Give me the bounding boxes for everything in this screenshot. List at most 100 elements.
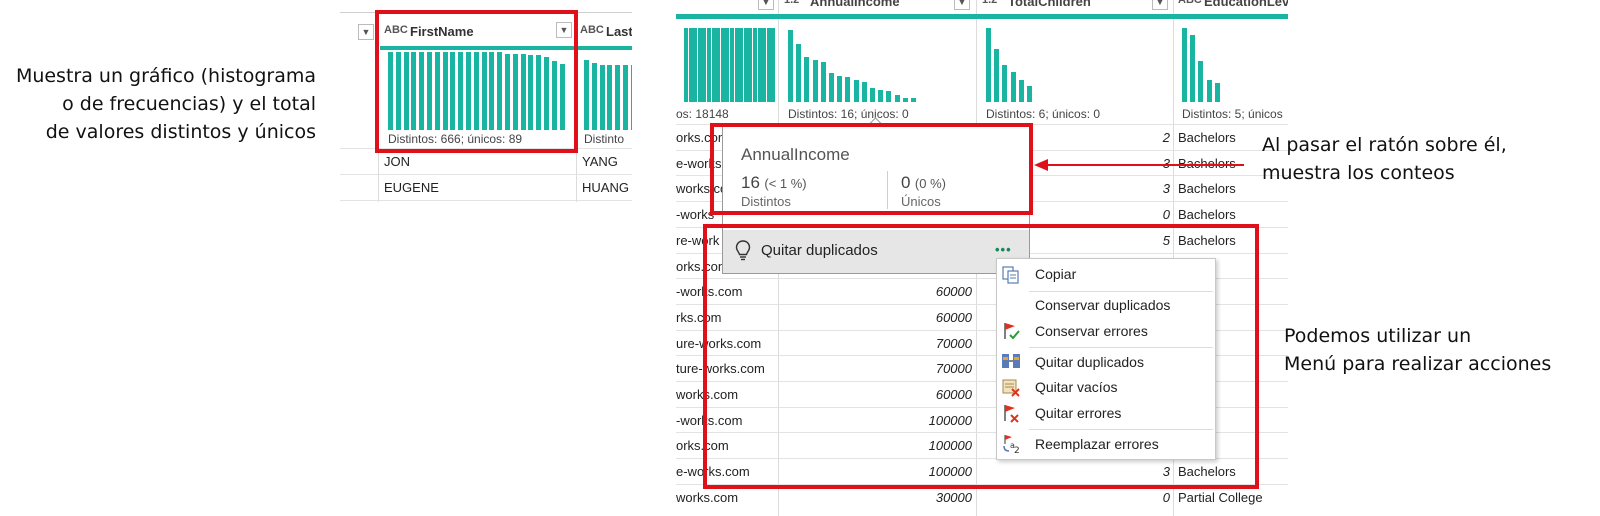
- column-name[interactable]: TotalChildren: [1008, 0, 1091, 9]
- histogram-bar: [820, 62, 826, 102]
- histogram-bar: [894, 95, 900, 102]
- histogram-bar: [788, 30, 793, 102]
- histogram-bar: [615, 65, 621, 130]
- arrow-left-icon: [1034, 159, 1244, 171]
- histogram-bar: [584, 60, 589, 130]
- histogram-bar: [845, 77, 851, 102]
- histogram-bar: [870, 88, 875, 102]
- histogram-educationlevel[interactable]: [1182, 28, 1282, 102]
- column-summary: Distinto: [584, 132, 625, 146]
- histogram-bar: [684, 28, 688, 102]
- histogram-bar: [1198, 61, 1204, 102]
- histogram-bar: [766, 28, 771, 102]
- histogram-bar: [994, 49, 1000, 102]
- histogram-bar: [1027, 86, 1032, 102]
- table-cell: 0: [1162, 490, 1170, 505]
- histogram-bar: [599, 65, 605, 130]
- histogram-bar: [730, 28, 734, 102]
- histogram-bar: [697, 28, 702, 102]
- column-filter-icon[interactable]: ▼: [758, 0, 774, 10]
- table-cell: Partial College: [1178, 490, 1263, 505]
- column-header-underline: [578, 46, 632, 50]
- histogram-bar: [762, 28, 767, 102]
- column-filter-icon[interactable]: ▼: [1152, 0, 1168, 10]
- highlight-box-menu: [703, 224, 1259, 489]
- annotation-histogram: Muestra un gráfico (histograma o de frec…: [14, 62, 316, 146]
- histogram-bar: [693, 28, 698, 102]
- histogram-bar: [607, 65, 613, 130]
- histogram-bar: [734, 28, 739, 102]
- histogram-bar: [753, 28, 757, 102]
- column-name[interactable]: EducationLev: [1204, 0, 1288, 9]
- histogram-bar: [902, 98, 908, 102]
- histogram-bar: [771, 28, 776, 102]
- annotation-line: Muestra un gráfico (histograma: [15, 65, 316, 87]
- histogram-bar: [1206, 80, 1212, 102]
- histogram-bar: [725, 28, 730, 102]
- column-filter-icon[interactable]: ▼: [954, 0, 970, 10]
- annotation-line: muestra los conteos: [1262, 162, 1455, 184]
- histogram-bar: [711, 28, 716, 102]
- histogram-bar: [739, 28, 744, 102]
- histogram-bar: [720, 28, 725, 102]
- histogram-bar: [591, 63, 597, 130]
- table-cell: YANG: [582, 154, 618, 169]
- histogram-totalchildren[interactable]: [986, 28, 1166, 102]
- histogram-bar: [702, 28, 707, 102]
- histogram-bar: [878, 90, 884, 102]
- histogram-bar: [986, 28, 991, 102]
- annotation-menu: Podemos utilizar un Menú para realizar a…: [1284, 322, 1596, 378]
- table-cell: HUANG: [582, 180, 629, 195]
- histogram-bar: [804, 57, 810, 102]
- column-name: Last: [606, 24, 632, 39]
- table-cell: 30000: [935, 490, 972, 505]
- histogram-bar: [748, 28, 753, 102]
- histogram-bar: [829, 73, 834, 102]
- column-summary: Distintos: 6; únicos: 0: [986, 107, 1101, 121]
- histogram-bar: [1182, 28, 1187, 102]
- annotation-line: o de frecuencias) y el total: [62, 93, 316, 115]
- histogram-annualincome[interactable]: [788, 30, 968, 102]
- histogram-bar: [837, 76, 843, 102]
- annotation-line: de valores distintos y únicos: [45, 121, 316, 143]
- histogram-bar: [743, 28, 748, 102]
- column-summary: os: 18148: [676, 107, 729, 121]
- histogram-bar: [630, 65, 632, 130]
- histogram-bar: [911, 98, 916, 102]
- annotation-line: Podemos utilizar un: [1284, 325, 1472, 347]
- highlight-box-histogram: [375, 10, 578, 153]
- table-cell: Bachelors: [1178, 207, 1236, 222]
- column-header-lastname[interactable]: ABC Last: [578, 20, 632, 48]
- histogram-bar: [1002, 65, 1008, 102]
- histogram-bar: [716, 28, 721, 102]
- table-cell: works.com: [676, 490, 739, 505]
- text-type-icon: ABC: [580, 24, 604, 36]
- histogram-bar: [1190, 35, 1196, 102]
- annotation-line: Al pasar el ratón sobre él,: [1262, 134, 1507, 156]
- histogram-bar: [853, 80, 859, 102]
- number-type-icon: 1.2: [982, 0, 998, 6]
- highlight-box-tooltip: [710, 123, 1033, 215]
- column-summary: Distintos: 5; únicos: [1182, 107, 1283, 121]
- histogram-bar: [688, 28, 693, 102]
- histogram-lastname[interactable]: [584, 56, 632, 130]
- number-type-icon: 1.2: [784, 0, 800, 6]
- histogram-bar: [886, 91, 892, 102]
- histogram-bar: [861, 82, 867, 102]
- column-name[interactable]: AnnualIncome: [810, 0, 900, 9]
- histogram-bar: [1010, 72, 1016, 102]
- dropdown-arrow-icon[interactable]: ▼: [358, 24, 374, 40]
- histogram-bar: [796, 44, 802, 102]
- histogram-bar: [1018, 80, 1024, 102]
- text-type-icon: ABC: [1178, 0, 1202, 6]
- column-summary: Distintos: 16; únicos: 0: [788, 107, 909, 121]
- histogram-bar: [1214, 83, 1220, 102]
- table-cell: EUGENE: [384, 180, 439, 195]
- histogram-bar: [757, 28, 762, 102]
- annotation-hover: Al pasar el ratón sobre él, muestra los …: [1262, 131, 1592, 187]
- histogram-email[interactable]: [684, 28, 776, 102]
- histogram-bar: [707, 28, 711, 102]
- header-underline: [676, 14, 1288, 19]
- histogram-bar: [812, 60, 818, 102]
- annotation-line: Menú para realizar acciones: [1284, 353, 1552, 375]
